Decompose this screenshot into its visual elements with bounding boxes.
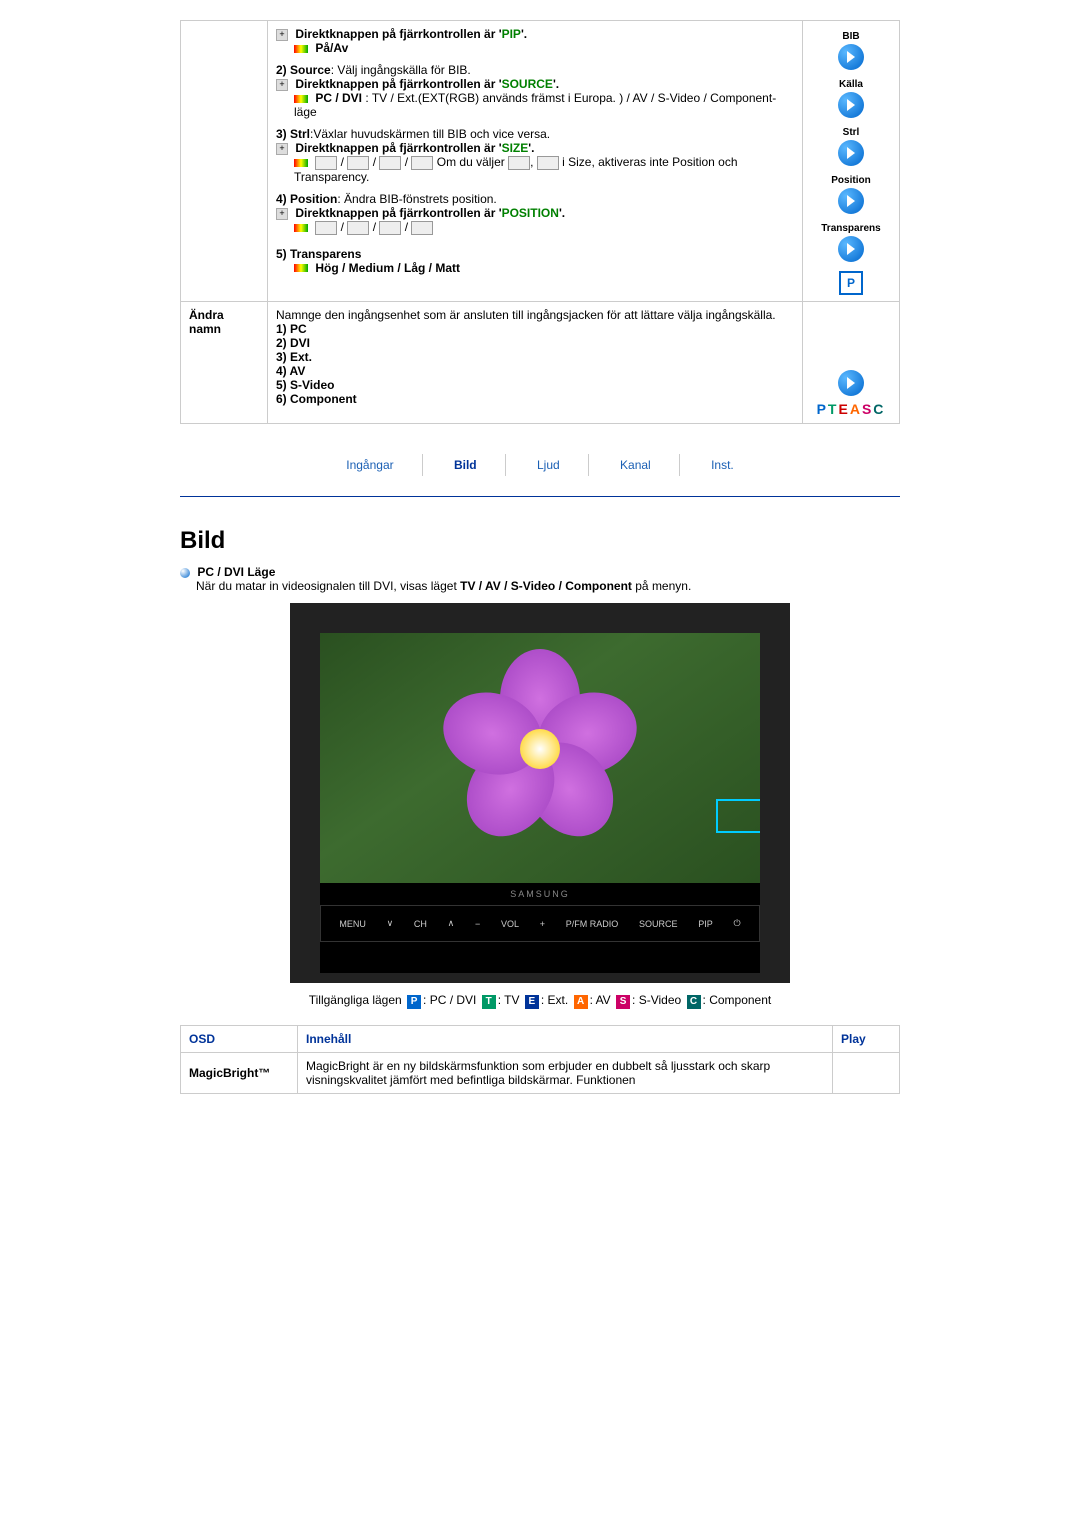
arrow-icon <box>294 224 308 232</box>
section-title: Bild <box>180 527 900 555</box>
arrow-icon <box>294 264 308 272</box>
plus-icon <box>276 29 288 41</box>
play-icon[interactable] <box>838 92 864 118</box>
tab-ingangar[interactable]: Ingångar <box>318 454 422 476</box>
size-icon <box>315 156 337 170</box>
pip-button[interactable]: PIP <box>698 919 713 929</box>
size-icon <box>379 156 401 170</box>
mode-legend: Tillgängliga lägen P: PC / DVI T: TV E: … <box>180 993 900 1009</box>
size-icon <box>508 156 530 170</box>
source-line: 2) Source: Välj ingångskälla för BIB. <box>276 63 794 77</box>
source-direct-line: Direktknappen på fjärrkontrollen är 'SOU… <box>276 77 794 91</box>
position-icons-line: / / / <box>276 220 794 235</box>
pc-dvi-heading-row: PC / DVI Läge <box>180 565 900 579</box>
ch-label: CH <box>414 919 427 929</box>
transparens-line: 5) Transparens <box>276 247 794 261</box>
arrow-icon <box>294 45 308 53</box>
flower-graphic <box>450 659 630 839</box>
pos-icon <box>379 221 401 235</box>
pteasc-badges: PTEASC <box>811 401 891 417</box>
bib-settings-table: Direktknappen på fjärrkontrollen är 'PIP… <box>180 20 900 424</box>
pteasc-cell: PTEASC <box>803 302 900 424</box>
badge-a-icon: A <box>574 995 588 1009</box>
play-buttons-col: BIB Källa Strl Position Transparens P <box>803 21 900 302</box>
pos-icon <box>411 221 433 235</box>
tab-inst[interactable]: Inst. <box>683 454 762 476</box>
play-icon[interactable] <box>838 370 864 396</box>
on-off-line: På/Av <box>276 41 794 55</box>
arrow-icon <box>294 95 308 103</box>
position-line: 4) Position: Ändra BIB-fönstrets positio… <box>276 192 794 206</box>
power-icon[interactable]: ⏻ <box>733 918 740 929</box>
monitor-image: SAMSUNG MENU ∨ CH ∧ − VOL + P/FM RADIO S… <box>290 603 790 983</box>
badge-p-icon: P <box>407 995 421 1009</box>
vol-label: VOL <box>501 919 519 929</box>
source-button[interactable]: SOURCE <box>639 919 678 929</box>
vol-up-icon[interactable]: + <box>540 919 545 929</box>
ch-down-icon[interactable]: ∨ <box>387 918 394 929</box>
bullet-icon <box>180 568 190 578</box>
pip-direct-line: Direktknappen på fjärrkontrollen är 'PIP… <box>276 27 794 41</box>
monitor-brand: SAMSUNG <box>320 883 760 905</box>
andra-namn-label: Ändranamn <box>181 302 268 424</box>
osd-header-osd: OSD <box>181 1026 298 1053</box>
monitor-screen <box>320 633 760 883</box>
monitor-image-wrap: SAMSUNG MENU ∨ CH ∧ − VOL + P/FM RADIO S… <box>180 603 900 983</box>
osd-row-text: MagicBright är en ny bildskärmsfunktion … <box>298 1053 833 1094</box>
osd-table: OSD Innehåll Play MagicBright™ MagicBrig… <box>180 1025 900 1094</box>
menu-button[interactable]: MENU <box>339 919 366 929</box>
monitor-controls: MENU ∨ CH ∧ − VOL + P/FM RADIO SOURCE PI… <box>320 905 760 942</box>
andra-namn-content: Namnge den ingångsenhet som är ansluten … <box>268 302 803 424</box>
plus-icon <box>276 143 288 155</box>
osd-row-label: MagicBright™ <box>181 1053 298 1094</box>
tab-ljud[interactable]: Ljud <box>509 454 589 476</box>
transparens-opts: Hög / Medium / Låg / Matt <box>276 261 794 275</box>
play-icon[interactable] <box>838 188 864 214</box>
pos-icon <box>347 221 369 235</box>
tab-kanal[interactable]: Kanal <box>592 454 680 476</box>
strl-line: 3) Strl:Växlar huvudskärmen till BIB och… <box>276 127 794 141</box>
size-icon <box>537 156 559 170</box>
badge-e-icon: E <box>525 995 539 1009</box>
size-icon <box>347 156 369 170</box>
plus-icon <box>276 79 288 91</box>
play-icon[interactable] <box>838 236 864 262</box>
pc-dvi-line: PC / DVI : TV / Ext.(EXT(RGB) används fr… <box>276 91 794 119</box>
nav-tabs: Ingångar Bild Ljud Kanal Inst. <box>180 454 900 476</box>
badge-s-icon: S <box>616 995 630 1009</box>
divider <box>180 496 900 497</box>
play-icon[interactable] <box>838 140 864 166</box>
p-badge-icon: P <box>839 271 863 295</box>
vol-down-icon[interactable]: − <box>475 919 480 929</box>
size-direct-line: Direktknappen på fjärrkontrollen är 'SIZ… <box>276 141 794 155</box>
arrow-icon <box>294 159 308 167</box>
osd-header-play: Play <box>833 1026 900 1053</box>
size-icons-line: / / / Om du väljer , i Size, aktiveras i… <box>276 155 794 184</box>
radio-button[interactable]: P/FM RADIO <box>566 919 619 929</box>
play-icon[interactable] <box>838 44 864 70</box>
size-icon <box>411 156 433 170</box>
tab-bild[interactable]: Bild <box>426 454 506 476</box>
osd-header-innehall: Innehåll <box>298 1026 833 1053</box>
badge-t-icon: T <box>482 995 496 1009</box>
highlight-box <box>716 799 760 833</box>
osd-row-play <box>833 1053 900 1094</box>
plus-icon <box>276 208 288 220</box>
pc-dvi-desc: När du matar in videosignalen till DVI, … <box>180 579 900 593</box>
badge-c-icon: C <box>687 995 701 1009</box>
ch-up-icon[interactable]: ∧ <box>448 918 455 929</box>
position-direct-line: Direktknappen på fjärrkontrollen är 'POS… <box>276 206 794 220</box>
pos-icon <box>315 221 337 235</box>
